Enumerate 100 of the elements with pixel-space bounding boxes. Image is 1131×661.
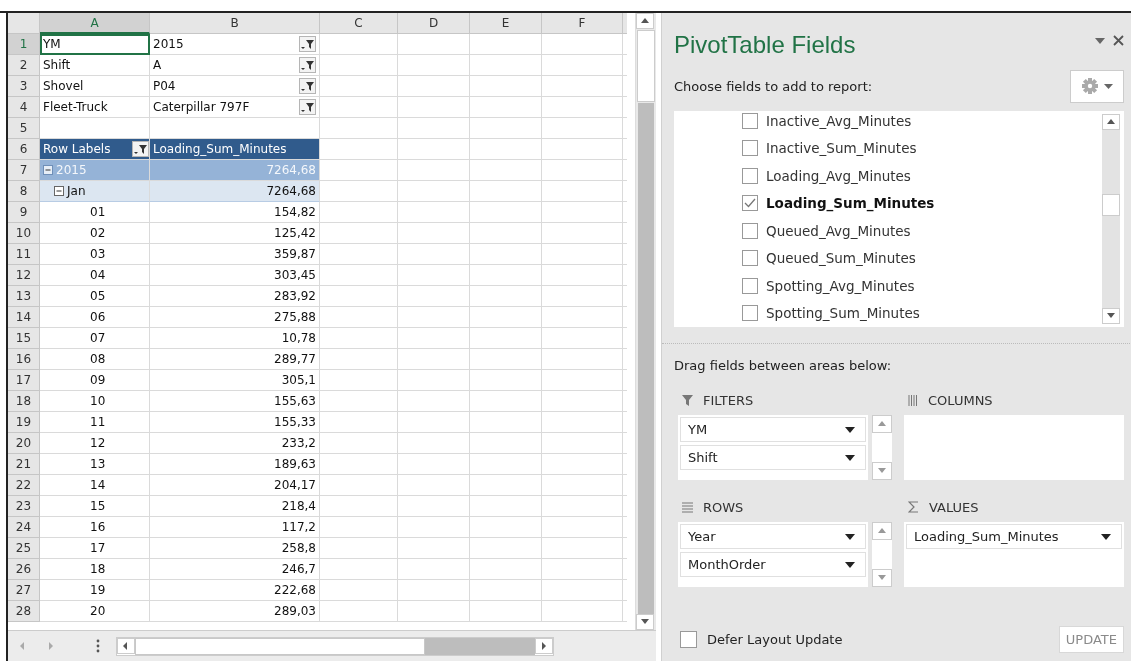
table-cell — [470, 223, 542, 244]
checkbox[interactable] — [742, 250, 758, 267]
pivot-header-cell: Loading_Sum_Minutes — [150, 139, 320, 160]
drop-area[interactable]: YM Shift — [678, 415, 868, 480]
table-cell: 04 — [40, 265, 150, 286]
table-cell: Shift — [40, 55, 150, 76]
caret-icon[interactable] — [845, 533, 855, 540]
row-header[interactable]: 20 — [8, 433, 40, 454]
checkbox[interactable] — [742, 140, 758, 157]
checkbox[interactable] — [742, 112, 758, 129]
vertical-scrollbar[interactable] — [635, 13, 656, 630]
dropdown-caret-icon[interactable] — [1095, 37, 1105, 44]
checkbox[interactable] — [742, 222, 758, 239]
row-header[interactable]: 21 — [8, 454, 40, 475]
caret-icon[interactable] — [1101, 533, 1111, 540]
checkbox[interactable] — [742, 167, 758, 184]
table-cell: 12 — [40, 433, 150, 454]
checkbox[interactable] — [680, 631, 697, 648]
table-cell: 02 — [40, 223, 150, 244]
field-item[interactable]: Spotting_Sum_Minutes — [742, 299, 1102, 327]
column-header[interactable]: D — [398, 13, 470, 34]
row-header[interactable]: 19 — [8, 412, 40, 433]
field-item[interactable]: Queued_Sum_Minutes — [742, 244, 1102, 272]
row-header[interactable]: 18 — [8, 391, 40, 412]
row-header[interactable]: 27 — [8, 580, 40, 601]
area-field-item[interactable]: Shift — [680, 445, 866, 470]
table-cell: 359,87 — [150, 244, 320, 265]
filter-dropdown-button[interactable] — [299, 57, 316, 73]
drop-area[interactable]: Year MonthOrder — [678, 522, 868, 587]
area-scrollbar[interactable] — [872, 415, 892, 480]
row-header[interactable]: 14 — [8, 307, 40, 328]
area-field-item[interactable]: YM — [680, 417, 866, 442]
checkbox[interactable] — [742, 195, 758, 212]
splitter-handle-icon[interactable] — [96, 639, 100, 653]
table-cell — [470, 391, 542, 412]
filter-dropdown-button[interactable] — [299, 99, 316, 115]
row-header[interactable]: 10 — [8, 223, 40, 244]
row-header[interactable]: 17 — [8, 370, 40, 391]
column-header[interactable]: C — [320, 13, 398, 34]
columns-icon — [908, 394, 918, 406]
row-header[interactable]: 16 — [8, 349, 40, 370]
field-item[interactable]: Queued_Avg_Minutes — [742, 217, 1102, 245]
checkbox-label: Defer Layout Update — [707, 632, 843, 647]
row-header[interactable]: 24 — [8, 517, 40, 538]
field-item[interactable]: Loading_Avg_Minutes — [742, 162, 1102, 190]
checkbox[interactable] — [742, 277, 758, 294]
field-label: Spotting_Sum_Minutes — [766, 305, 920, 322]
row-header[interactable]: 12 — [8, 265, 40, 286]
column-header[interactable]: E — [470, 13, 542, 34]
caret-icon[interactable] — [845, 454, 855, 461]
scroll-thumb[interactable] — [135, 637, 425, 655]
row-header[interactable]: 9 — [8, 202, 40, 223]
caret-icon[interactable] — [845, 426, 855, 433]
table-cell: 283,92 — [150, 286, 320, 307]
row-header[interactable]: 4 — [8, 97, 40, 118]
row-header[interactable]: 8 — [8, 181, 40, 202]
table-cell: 08 — [40, 349, 150, 370]
column-header[interactable]: A — [40, 13, 150, 34]
row-header[interactable]: 7 — [8, 160, 40, 181]
row-header[interactable]: 26 — [8, 559, 40, 580]
table-cell — [398, 244, 470, 265]
field-item[interactable]: Spotting_Avg_Minutes — [742, 272, 1102, 300]
area-field-item[interactable]: MonthOrder — [680, 552, 866, 577]
area-scrollbar[interactable] — [872, 522, 892, 587]
scroll-thumb[interactable] — [637, 30, 655, 102]
filter-dropdown-button[interactable] — [299, 36, 316, 52]
table-cell — [398, 160, 470, 181]
scroll-thumb[interactable] — [1102, 194, 1120, 216]
checkbox[interactable] — [742, 305, 758, 322]
table-cell: Fleet-Truck — [40, 97, 150, 118]
area-field-item[interactable]: Year — [680, 524, 866, 549]
row-header[interactable]: 1 — [8, 34, 40, 55]
field-list-scrollbar[interactable] — [1102, 114, 1120, 324]
row-header[interactable]: 11 — [8, 244, 40, 265]
row-header[interactable]: 23 — [8, 496, 40, 517]
collapse-icon[interactable] — [43, 165, 53, 175]
horizontal-scrollbar[interactable] — [116, 636, 554, 656]
collapse-icon[interactable] — [54, 186, 64, 196]
column-header[interactable]: F — [542, 13, 623, 34]
close-icon[interactable] — [1113, 35, 1124, 46]
field-item[interactable]: Loading_Sum_Minutes — [742, 189, 1102, 217]
row-header[interactable]: 2 — [8, 55, 40, 76]
row-header[interactable]: 28 — [8, 601, 40, 622]
row-header[interactable]: 15 — [8, 328, 40, 349]
row-header[interactable]: 6 — [8, 139, 40, 160]
filter-dropdown-button[interactable] — [132, 141, 149, 157]
column-header[interactable]: B — [150, 13, 320, 34]
row-header[interactable]: 13 — [8, 286, 40, 307]
row-header[interactable]: 5 — [8, 118, 40, 139]
field-item[interactable]: Inactive_Avg_Minutes — [742, 111, 1102, 135]
row-header[interactable]: 25 — [8, 538, 40, 559]
row-header[interactable]: 22 — [8, 475, 40, 496]
area-field-item[interactable]: Loading_Sum_Minutes — [906, 524, 1122, 549]
drop-area[interactable]: Loading_Sum_Minutes — [904, 522, 1124, 587]
filter-dropdown-button[interactable] — [299, 78, 316, 94]
row-header[interactable]: 3 — [8, 76, 40, 97]
field-item[interactable]: Inactive_Sum_Minutes — [742, 134, 1102, 162]
table-cell: 246,7 — [150, 559, 320, 580]
caret-icon[interactable] — [845, 561, 855, 568]
settings-button[interactable] — [1070, 69, 1124, 103]
